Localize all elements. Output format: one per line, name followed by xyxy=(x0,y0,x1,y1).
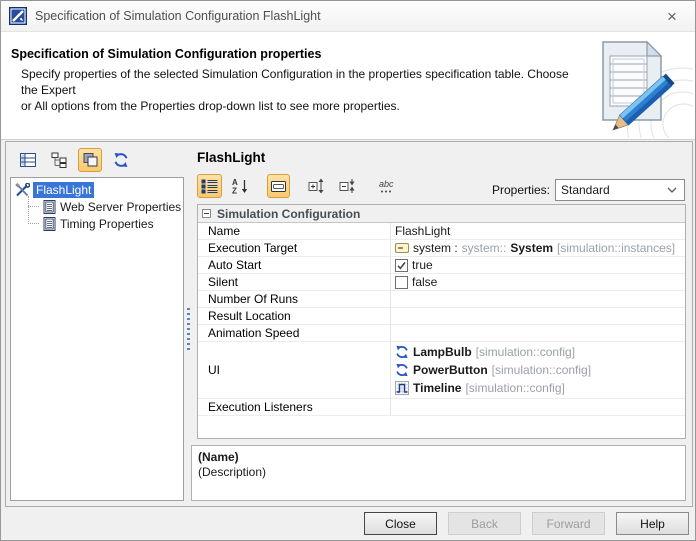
properties-doc-icon xyxy=(43,199,56,214)
svg-text:abc: abc xyxy=(379,179,394,189)
property-label: Execution Listeners xyxy=(198,399,391,415)
chevron-down-icon xyxy=(667,187,677,193)
property-label: Animation Speed xyxy=(198,325,391,341)
property-label: Result Location xyxy=(198,308,391,324)
dialog-header: Specification of Simulation Configuratio… xyxy=(1,32,695,140)
properties-dropdown[interactable]: Standard xyxy=(555,179,685,201)
customize-button[interactable]: abc xyxy=(374,174,402,198)
property-group-header[interactable]: Simulation Configuration xyxy=(198,205,685,223)
property-value[interactable]: LampBulb [simulation::config] PowerButton… xyxy=(391,342,685,398)
property-value[interactable]: true xyxy=(391,257,685,273)
value-item-timeline[interactable]: Timeline [simulation::config] xyxy=(395,380,565,397)
property-label: Auto Start xyxy=(198,257,391,273)
property-row-ui[interactable]: UI LampBulb [simulation::config] PowerButt… xyxy=(198,342,685,399)
timeline-icon xyxy=(395,381,409,395)
property-row-name[interactable]: Name FlashLight xyxy=(198,223,685,240)
property-label: Execution Target xyxy=(198,240,391,256)
containment-tree-button[interactable] xyxy=(47,148,71,172)
tools-icon xyxy=(15,182,30,197)
expand-nodes-button[interactable] xyxy=(304,174,329,198)
categorized-view-button[interactable] xyxy=(197,174,222,198)
property-group-label: Simulation Configuration xyxy=(217,206,361,221)
sort-alphabetically-button[interactable]: A Z xyxy=(228,174,253,198)
description-panel-name: (Name) xyxy=(198,450,239,464)
checkbox-unchecked[interactable] xyxy=(395,275,408,289)
close-icon[interactable]: × xyxy=(662,7,682,27)
forward-button: Forward xyxy=(532,512,605,535)
svg-text:Z: Z xyxy=(232,187,237,195)
header-description-line1: Specify properties of the selected Simul… xyxy=(21,67,569,97)
value-item-powerbutton[interactable]: PowerButton [simulation::config] xyxy=(395,362,591,379)
property-value[interactable]: system : system:: System [simulation::ins… xyxy=(391,240,685,256)
description-panel-text: (Description) xyxy=(198,465,267,479)
property-label: Number Of Runs xyxy=(198,291,391,307)
specification-tree[interactable]: FlashLight Web Server Properties Timing … xyxy=(10,177,184,501)
magicdraw-logo-icon xyxy=(9,7,27,25)
dialog-button-row: Close Back Forward Help xyxy=(1,512,695,535)
close-button[interactable]: Close xyxy=(364,512,437,535)
help-button[interactable]: Help xyxy=(616,512,689,535)
tree-toolbar xyxy=(16,148,133,172)
collapse-nodes-button[interactable] xyxy=(335,174,360,198)
back-button: Back xyxy=(448,512,521,535)
document-pencil-icon xyxy=(583,36,695,139)
show-description-button[interactable] xyxy=(267,174,290,198)
collapse-group-icon[interactable] xyxy=(202,209,211,218)
header-description-line2: or All options from the Properties drop-… xyxy=(21,99,400,113)
property-value[interactable]: false xyxy=(391,274,685,290)
tree-root-label[interactable]: FlashLight xyxy=(33,181,95,198)
properties-dropdown-label: Properties: xyxy=(491,183,550,197)
refresh-button[interactable] xyxy=(109,148,133,172)
panel-splitter-handle[interactable] xyxy=(187,308,190,350)
instance-icon xyxy=(395,242,409,254)
window-title: Specification of Simulation Configuratio… xyxy=(35,9,321,23)
property-row-execution-listeners[interactable]: Execution Listeners xyxy=(198,399,685,416)
description-panel: (Name) (Description) xyxy=(191,445,686,501)
property-value[interactable] xyxy=(391,308,685,324)
element-list-button[interactable] xyxy=(16,148,40,172)
properties-toolbar: A Z abc xyxy=(197,174,402,198)
title-bar[interactable]: Specification of Simulation Configuratio… xyxy=(1,1,695,32)
property-row-execution-target[interactable]: Execution Target system : system:: System … xyxy=(198,240,685,257)
properties-dropdown-value: Standard xyxy=(561,183,610,197)
config-refresh-icon xyxy=(395,345,409,359)
element-name-heading: FlashLight xyxy=(197,150,266,165)
property-label: UI xyxy=(198,342,391,398)
value-item-lampbulb[interactable]: LampBulb [simulation::config] xyxy=(395,344,575,361)
config-refresh-icon xyxy=(395,363,409,377)
group-view-button[interactable] xyxy=(78,148,102,172)
property-value[interactable] xyxy=(391,325,685,341)
property-row-number-of-runs[interactable]: Number Of Runs xyxy=(198,291,685,308)
tree-item-web-server-properties[interactable]: Web Server Properties xyxy=(15,198,183,215)
tree-item-timing-properties[interactable]: Timing Properties xyxy=(15,215,183,232)
content-area: FlashLight Web Server Properties Timing … xyxy=(5,141,693,507)
properties-doc-icon xyxy=(43,216,56,231)
property-value[interactable] xyxy=(391,399,685,415)
property-row-auto-start[interactable]: Auto Start true xyxy=(198,257,685,274)
property-row-silent[interactable]: Silent false xyxy=(198,274,685,291)
property-value[interactable]: FlashLight xyxy=(391,223,685,239)
tree-item-flashlight[interactable]: FlashLight xyxy=(15,181,183,198)
checkbox-checked[interactable] xyxy=(395,258,408,272)
property-label: Silent xyxy=(198,274,391,290)
specification-dialog: Specification of Simulation Configuratio… xyxy=(0,0,696,541)
tree-children: Web Server Properties Timing Properties xyxy=(15,196,183,232)
property-row-animation-speed[interactable]: Animation Speed xyxy=(198,325,685,342)
properties-table: Simulation Configuration Name FlashLight E… xyxy=(197,204,686,439)
property-rows: Name FlashLight Execution Target system : s… xyxy=(198,223,685,416)
property-row-result-location[interactable]: Result Location xyxy=(198,308,685,325)
property-label: Name xyxy=(198,223,391,239)
property-value[interactable] xyxy=(391,291,685,307)
